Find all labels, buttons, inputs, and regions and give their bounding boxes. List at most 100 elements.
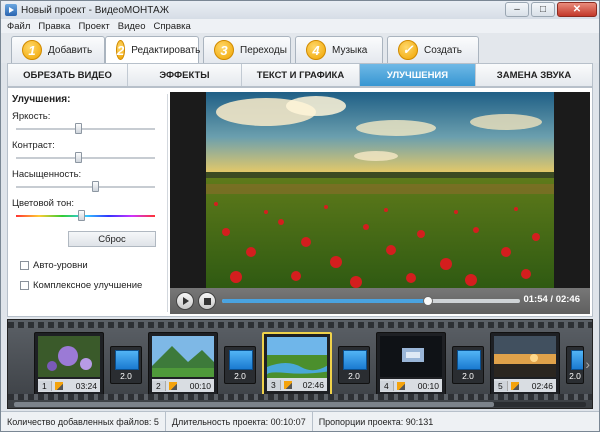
stop-icon xyxy=(203,297,211,305)
hue-slider[interactable] xyxy=(12,209,155,221)
river-thumbnail xyxy=(267,337,327,378)
contrast-slider[interactable] xyxy=(12,151,155,163)
clip-1[interactable]: 1 03:24 xyxy=(34,332,104,396)
edit-icon[interactable] xyxy=(510,381,519,390)
transition-duration: 2.0 xyxy=(348,371,360,381)
video-preview[interactable] xyxy=(206,92,554,288)
clip-2[interactable]: 2 00:10 xyxy=(148,332,218,396)
film-strip-bottom xyxy=(8,394,592,400)
tab-transitions[interactable]: 3 Переходы xyxy=(203,36,291,63)
clip-3[interactable]: 3 02:46 xyxy=(262,332,332,396)
project-ratio: Пропорции проекта: 90:131 xyxy=(318,416,434,427)
slider-thumb[interactable] xyxy=(74,123,82,134)
transition-duration: 2.0 xyxy=(120,371,132,381)
complex-enhance-checkbox[interactable]: Комплексное улучшение xyxy=(20,280,142,291)
brightness-slider[interactable] xyxy=(12,122,155,134)
edit-icon[interactable] xyxy=(396,381,405,390)
menu-edit[interactable]: Правка xyxy=(38,21,70,32)
transition-duration: 2.0 xyxy=(234,371,246,381)
close-button[interactable]: ✕ xyxy=(557,2,597,17)
transition-2[interactable]: 2.0 xyxy=(224,346,256,384)
window-title: Новый проект - ВидеоМОНТАЖ xyxy=(21,4,169,16)
clip-thumbnail xyxy=(494,336,556,377)
tab-label: Музыка xyxy=(332,44,368,56)
edit-icon[interactable] xyxy=(283,380,292,389)
transition-4[interactable]: 2.0 xyxy=(452,346,484,384)
scroll-right-icon[interactable]: › xyxy=(585,356,590,372)
clip-duration: 00:10 xyxy=(417,380,439,391)
edit-icon[interactable] xyxy=(168,381,177,390)
menu-project[interactable]: Проект xyxy=(78,21,109,32)
tab-music[interactable]: 4 Музыка xyxy=(295,36,383,63)
slider-thumb[interactable] xyxy=(91,181,99,192)
subtab-sound[interactable]: ЗАМЕНА ЗВУКА xyxy=(476,64,592,86)
menu-video[interactable]: Видео xyxy=(118,21,146,32)
clip-4[interactable]: 4 00:10 xyxy=(376,332,446,396)
tab-number-4: 4 xyxy=(306,40,326,60)
progress-handle[interactable] xyxy=(422,296,433,306)
progress-bar[interactable] xyxy=(222,296,520,306)
minimize-button[interactable]: – xyxy=(505,2,529,17)
slider-thumb[interactable] xyxy=(77,210,85,221)
brightness-label: Яркость: xyxy=(12,111,51,122)
auto-levels-checkbox[interactable]: Авто-уровни xyxy=(20,260,88,271)
stop-button[interactable] xyxy=(198,292,216,310)
edit-icon[interactable] xyxy=(54,381,63,390)
menu-file[interactable]: Файл xyxy=(7,21,30,32)
scrollbar-thumb[interactable] xyxy=(14,402,494,407)
clip-thumbnail xyxy=(267,337,327,378)
transition-5[interactable]: 2.0 xyxy=(566,346,584,384)
transition-icon xyxy=(457,350,481,370)
tab-edit[interactable]: 2 Редактировать xyxy=(105,36,200,63)
subtab-effects[interactable]: ЭФФЕКТЫ xyxy=(128,64,242,86)
timeline-scrollbar[interactable] xyxy=(14,402,586,407)
transition-duration: 2.0 xyxy=(462,371,474,381)
checkbox-label: Комплексное улучшение xyxy=(33,280,143,291)
clip-footer: 2 00:10 xyxy=(152,379,214,392)
subtab-trim[interactable]: ОБРЕЗАТЬ ВИДЕО xyxy=(8,64,128,86)
sunset-thumbnail xyxy=(494,336,556,377)
main-tabs: 1 Добавить 2 Редактировать 3 Переходы 4 … xyxy=(1,33,599,63)
subtab-enhancements[interactable]: УЛУЧШЕНИЯ xyxy=(360,64,476,86)
editor-area: Улучшения: Яркость: Контраст: Насыщеннос… xyxy=(7,87,593,317)
transition-icon xyxy=(343,350,367,370)
clip-footer: 1 03:24 xyxy=(38,379,100,392)
title-bar[interactable]: Новый проект - ВидеоМОНТАЖ – □ ✕ xyxy=(1,1,599,19)
clip-number: 3 xyxy=(267,379,281,390)
clip-5[interactable]: 5 02:46 xyxy=(490,332,560,396)
transition-1[interactable]: 2.0 xyxy=(110,346,142,384)
tab-number-2: 2 xyxy=(116,40,126,60)
transition-3[interactable]: 2.0 xyxy=(338,346,370,384)
slider-thumb[interactable] xyxy=(74,152,82,163)
tab-create[interactable]: Создать xyxy=(387,36,479,63)
player-controls: 01:54 / 02:46 xyxy=(170,288,590,314)
enhancements-panel: Улучшения: Яркость: Контраст: Насыщеннос… xyxy=(12,94,168,312)
clip-footer: 5 02:46 xyxy=(494,379,556,392)
sub-tabs: ОБРЕЗАТЬ ВИДЕО ЭФФЕКТЫ ТЕКСТ И ГРАФИКА У… xyxy=(7,63,593,87)
clip-thumbnail xyxy=(380,336,442,377)
video-player: 01:54 / 02:46 xyxy=(170,92,590,314)
slider-track xyxy=(16,186,155,188)
clip-footer: 3 02:46 xyxy=(267,378,327,391)
subtab-text-graphics[interactable]: ТЕКСТ И ГРАФИКА xyxy=(242,64,360,86)
reset-button[interactable]: Сброс xyxy=(68,231,156,247)
transition-icon xyxy=(571,350,583,370)
tab-label: Добавить xyxy=(48,44,93,56)
clip-number: 4 xyxy=(380,380,394,391)
check-icon xyxy=(398,40,418,60)
tab-number-1: 1 xyxy=(22,40,42,60)
contrast-label: Контраст: xyxy=(12,140,55,151)
clip-footer: 4 00:10 xyxy=(380,379,442,392)
menu-help[interactable]: Справка xyxy=(154,21,191,32)
checkbox-box[interactable] xyxy=(20,261,29,270)
clip-thumbnail xyxy=(38,336,100,377)
checkbox-box[interactable] xyxy=(20,281,29,290)
app-window: Новый проект - ВидеоМОНТАЖ – □ ✕ Файл Пр… xyxy=(0,0,600,432)
clip-duration: 02:46 xyxy=(302,379,324,390)
play-button[interactable] xyxy=(176,292,194,310)
clip-number: 2 xyxy=(152,380,166,391)
tab-add[interactable]: 1 Добавить xyxy=(11,36,105,63)
clip-number: 1 xyxy=(38,380,52,391)
maximize-button[interactable]: □ xyxy=(531,2,555,17)
saturation-slider[interactable] xyxy=(12,180,155,192)
